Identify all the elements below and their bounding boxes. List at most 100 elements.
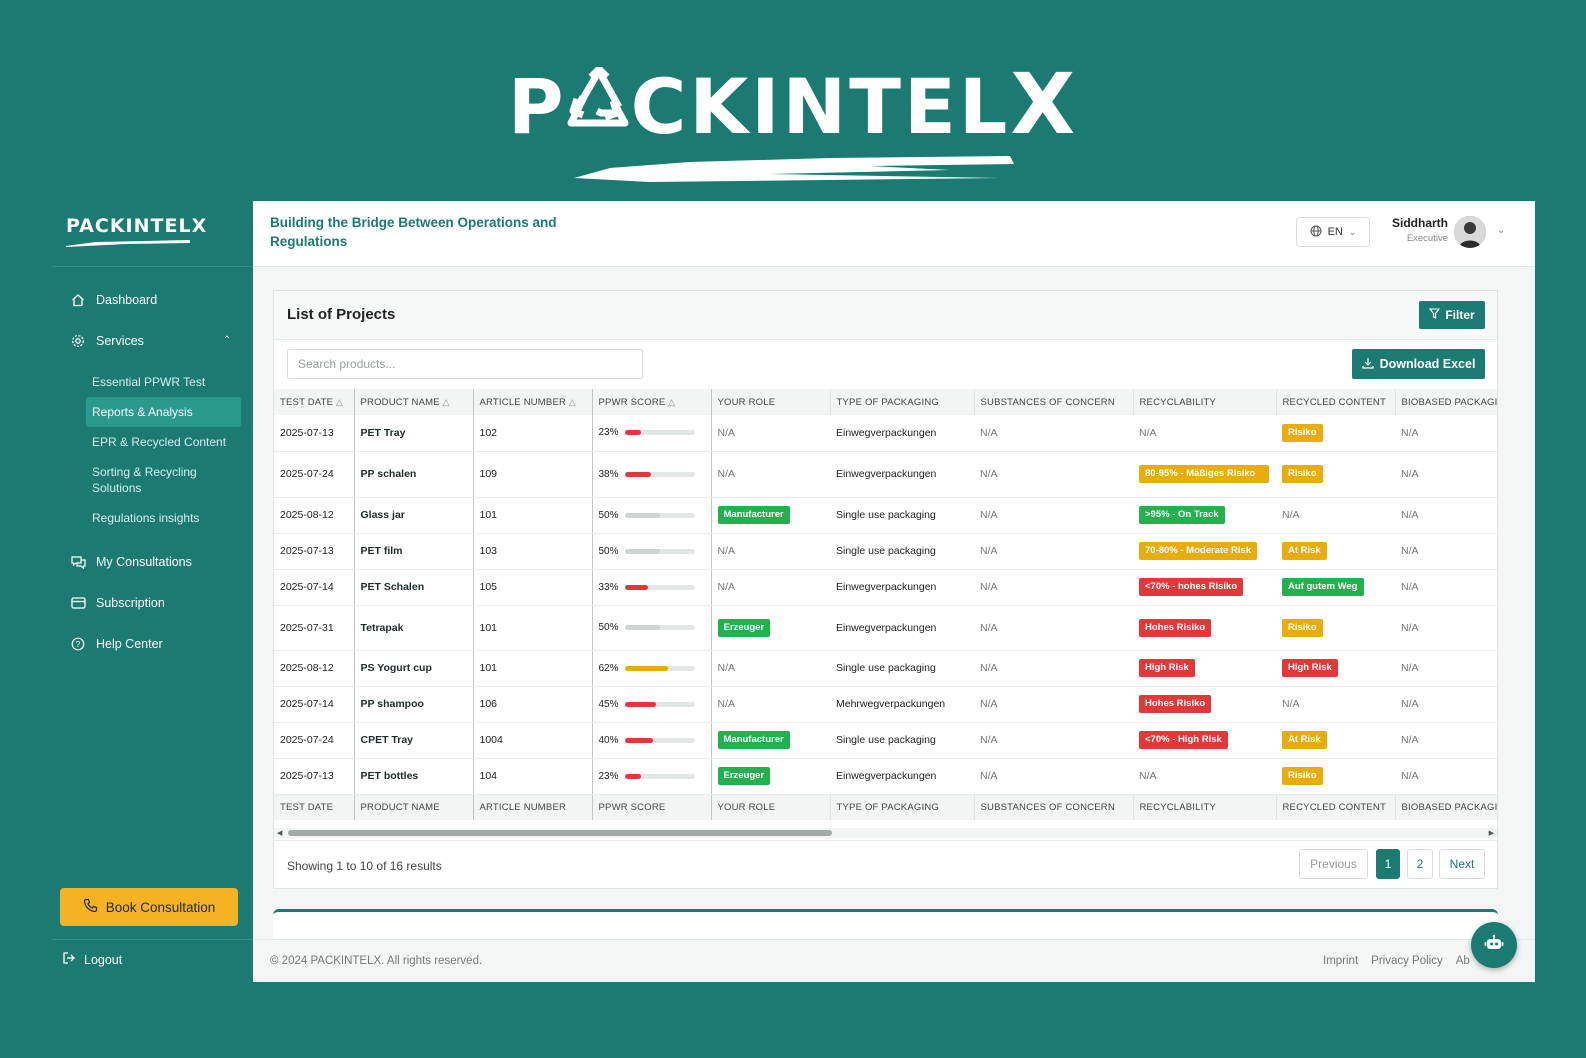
table-row[interactable]: 2025-07-13 PET film 103 50% N/A Single use pa… xyxy=(274,533,1497,570)
book-consultation-button[interactable]: Book Consultation xyxy=(60,888,238,926)
sidebar-item-subscription[interactable]: Subscription xyxy=(52,582,253,623)
cell-packaging-type: Single use packaging xyxy=(836,734,936,746)
footer-link-imprint[interactable]: Imprint xyxy=(1323,955,1358,967)
cell-article-number: 105 xyxy=(479,581,498,593)
table-row[interactable]: 2025-07-13 PET Tray 102 23% N/A Einwegverpack… xyxy=(274,415,1497,452)
cell-substances: N/A xyxy=(980,734,998,746)
search-input[interactable] xyxy=(287,349,643,379)
cell-packaging-type: Single use packaging xyxy=(836,545,936,557)
cell-role: N/A xyxy=(717,581,736,593)
cell-test-date: 2025-07-24 xyxy=(280,734,334,746)
pagination-previous-button[interactable]: Previous xyxy=(1299,849,1368,879)
sidebar-subitem-regulations[interactable]: Regulations insights xyxy=(86,503,241,533)
sidebar-logo[interactable]: PACKINTELX xyxy=(52,201,253,267)
sidebar-subitem-sorting[interactable]: Sorting & Recycling Solutions xyxy=(86,457,241,503)
pagination-page-1[interactable]: 1 xyxy=(1376,849,1400,879)
table-row[interactable]: 2025-08-12 Glass jar 101 50% Manufacturer Sin… xyxy=(274,497,1497,534)
pagination-page-2[interactable]: 2 xyxy=(1407,849,1433,879)
ppwr-score-value: 23% xyxy=(598,427,619,439)
app-window: PACKINTELX Dashboard Services ⌃ Essentia… xyxy=(52,201,1535,982)
sidebar: PACKINTELX Dashboard Services ⌃ Essentia… xyxy=(52,201,253,982)
ppwr-score-bar-fill xyxy=(624,548,660,554)
recyclability-badge: >95% - On Track xyxy=(1139,506,1225,524)
recycled-content-badge: Risiko xyxy=(1282,465,1323,483)
column-header-test-date[interactable]: TEST DATE xyxy=(274,389,355,415)
sidebar-subitem-ppwr-test[interactable]: Essential PPWR Test xyxy=(86,367,241,397)
sidebar-item-help[interactable]: ? Help Center xyxy=(52,623,253,664)
user-menu-chevron-icon[interactable]: ⌄ xyxy=(1497,225,1505,236)
table-row[interactable]: 2025-07-14 PET Schalen 105 33% N/A Einwegverp… xyxy=(274,569,1497,606)
table-row[interactable]: 2025-07-31 Tetrapak 101 50% Erzeuger Einwegve… xyxy=(274,605,1497,651)
sidebar-item-label: Services xyxy=(96,333,144,348)
ppwr-score-value: 38% xyxy=(598,468,619,480)
user-info[interactable]: Siddharth Executive xyxy=(1384,216,1448,244)
footer-link-about[interactable]: Ab xyxy=(1456,955,1470,967)
role-badge: Manufacturer xyxy=(717,731,790,749)
ppwr-score-bar xyxy=(624,584,695,590)
language-selector[interactable]: EN ⌄ xyxy=(1296,217,1370,247)
table-row[interactable]: 2025-07-14 PP shampoo 106 45% N/A Mehrwegverp… xyxy=(274,686,1497,723)
logout-button[interactable]: Logout xyxy=(62,951,122,968)
column-header-article-number[interactable]: ARTICLE NUMBER xyxy=(473,389,593,415)
globe-icon xyxy=(1310,225,1322,240)
scroll-right-arrow-icon[interactable]: ▶ xyxy=(1489,829,1494,837)
footer-link-privacy[interactable]: Privacy Policy xyxy=(1371,955,1443,967)
brush-stroke-decoration xyxy=(66,240,190,247)
language-label: EN xyxy=(1327,226,1343,238)
table-row[interactable]: 2025-07-24 PP schalen 109 38% N/A Einwegverpa… xyxy=(274,451,1497,498)
table-row[interactable]: 2025-08-12 PS Yogurt cup 101 62% N/A Single u… xyxy=(274,650,1497,687)
column-header-product-name[interactable]: PRODUCT NAME xyxy=(354,389,474,415)
pagination-next-button[interactable]: Next xyxy=(1439,849,1485,879)
copyright-text: © 2024 PACKINTELX. All rights reserved. xyxy=(270,955,483,967)
cell-article-number: 104 xyxy=(479,770,498,782)
ppwr-score: 23% xyxy=(599,427,711,438)
cell-product-name: PP schalen xyxy=(360,468,417,480)
role-badge: Erzeuger xyxy=(717,767,771,785)
home-icon xyxy=(70,292,86,308)
avatar[interactable] xyxy=(1454,216,1486,248)
scroll-left-arrow-icon[interactable]: ◀ xyxy=(277,829,282,837)
horizontal-scrollbar[interactable]: ◀ ▶ xyxy=(274,828,1497,838)
cell-biobased: N/A xyxy=(1401,581,1419,593)
table-row[interactable]: 2025-07-13 PET bottles 104 23% Erzeuger Einwe… xyxy=(274,758,1497,795)
cell-role: N/A xyxy=(717,698,736,710)
sidebar-item-services[interactable]: Services ⌃ xyxy=(52,320,253,361)
table-footer-row: TEST DATE PRODUCT NAME ARTICLE NUMBER PP… xyxy=(274,794,1497,820)
sidebar-item-dashboard[interactable]: Dashboard xyxy=(52,279,253,320)
ppwr-score: 50% xyxy=(599,622,711,633)
scrollbar-thumb[interactable] xyxy=(288,830,832,836)
filter-button[interactable]: Filter xyxy=(1419,301,1485,329)
cell-test-date: 2025-07-14 xyxy=(280,581,334,593)
sidebar-item-label: Subscription xyxy=(96,595,165,610)
download-excel-button[interactable]: Download Excel xyxy=(1352,349,1485,379)
sidebar-subitem-reports[interactable]: Reports & Analysis xyxy=(86,397,241,427)
column-header-ppwr-score[interactable]: PPWR SCORE xyxy=(592,389,712,415)
projects-card-header: List of Projects Filter xyxy=(274,291,1497,340)
column-header-your-role: YOUR ROLE xyxy=(711,389,831,415)
cell-biobased: N/A xyxy=(1401,770,1419,782)
recyclability-badge: <70% - High Risk xyxy=(1139,731,1228,749)
column-footer-recyclability: RECYCLABILITY xyxy=(1133,794,1277,820)
sidebar-item-consultations[interactable]: My Consultations xyxy=(52,541,253,582)
hero-logo-main: CKINTEL xyxy=(630,62,1011,151)
ppwr-score-bar-fill xyxy=(624,471,652,477)
sidebar-subitem-epr[interactable]: EPR & Recycled Content xyxy=(86,427,241,457)
pagination-bar: Showing 1 to 10 of 16 results Previous 1… xyxy=(274,840,1497,888)
cell-test-date: 2025-07-13 xyxy=(280,770,334,782)
cell-biobased: N/A xyxy=(1401,545,1419,557)
column-footer-your-role: YOUR ROLE xyxy=(711,794,831,820)
cell-substances: N/A xyxy=(980,468,998,480)
hero-logo-x: X xyxy=(1010,55,1079,153)
ppwr-score-bar xyxy=(624,737,695,743)
ppwr-score-value: 40% xyxy=(598,734,619,746)
chatbot-button[interactable] xyxy=(1471,922,1517,968)
recyclability-badge: Hohes Risiko xyxy=(1139,618,1212,637)
table-row[interactable]: 2025-07-24 CPET Tray 1004 40% Manufacturer Si… xyxy=(274,722,1497,759)
column-footer-substances: SUBSTANCES OF CONCERN xyxy=(974,794,1134,820)
ppwr-score: 23% xyxy=(599,771,711,782)
column-header-substances: SUBSTANCES OF CONCERN xyxy=(974,389,1134,415)
cell-test-date: 2025-07-13 xyxy=(280,545,334,557)
cell-role: N/A xyxy=(717,468,736,480)
projects-table: TEST DATE PRODUCT NAME ARTICLE NUMBER PP… xyxy=(274,389,1497,820)
ppwr-score-bar xyxy=(624,625,695,630)
